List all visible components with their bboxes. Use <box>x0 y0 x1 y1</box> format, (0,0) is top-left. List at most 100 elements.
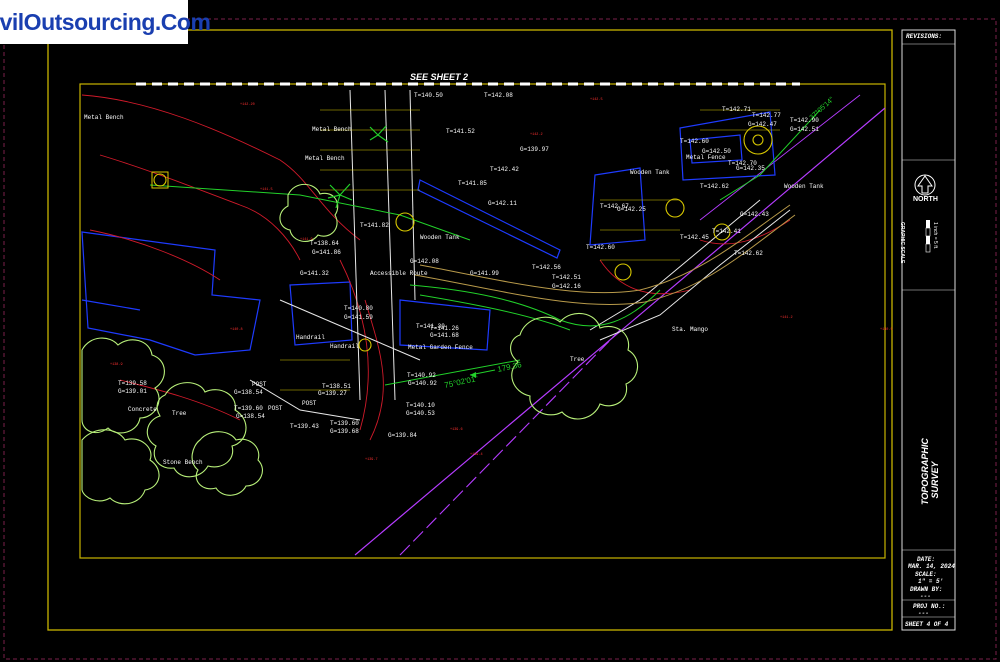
ground-elevation: G=141.32 <box>300 270 329 277</box>
svg-text:+139.4: +139.4 <box>470 453 483 457</box>
spot-elevation: T=139.58 <box>118 380 147 387</box>
ground-elevation: G=142.11 <box>488 200 517 207</box>
revisions-label: REVISIONS: <box>906 33 943 40</box>
svg-text:+140.8: +140.8 <box>230 328 243 332</box>
feature-label: POST <box>302 400 317 407</box>
drawn-by-value: --- <box>920 593 931 600</box>
feature-label: Metal Bench <box>84 114 124 121</box>
feature-label: Metal Bench <box>305 155 345 162</box>
ground-elevation: G=142.43 <box>740 211 769 218</box>
spot-elevation: T=140.50 <box>414 92 443 99</box>
scale-title: SCALE: <box>915 571 937 578</box>
title-block <box>901 29 956 631</box>
spot-elevation: T=139.60 <box>330 420 359 427</box>
ground-elevation: G=139.84 <box>388 432 417 439</box>
ground-elevation: G=141.68 <box>430 332 459 339</box>
ground-elevation: G=141.86 <box>312 249 341 256</box>
logo-watermark: CivilOutsourcing.Com <box>0 0 211 44</box>
ground-elevation: G=142.08 <box>410 258 439 265</box>
date-value: MAR. 14, 2024 <box>908 563 955 570</box>
spot-elevation: T=140.10 <box>406 402 435 409</box>
contours <box>81 94 791 441</box>
feature-label: Accessible Route <box>370 270 428 277</box>
ground-elevation: G=139.27 <box>318 390 347 397</box>
spot-elevation: T=142.42 <box>490 166 519 173</box>
ground-elevation: G=138.54 <box>234 389 263 396</box>
outer-border <box>3 18 997 660</box>
tree-canopies <box>81 183 639 505</box>
feature-label: Stone Bench <box>163 459 203 466</box>
scale-bar <box>925 220 931 253</box>
feature-label: Metal Bench <box>312 126 352 133</box>
ground-elevation: G=142.16 <box>552 283 581 290</box>
ground-elevation: G=140.92 <box>408 380 437 387</box>
proj-label: PROJ NO.: <box>913 603 946 610</box>
svg-text:+142.20: +142.20 <box>240 103 255 107</box>
distance-label: 179.36 <box>497 360 523 374</box>
svg-text:+139.7: +139.7 <box>365 458 378 462</box>
svg-text:+141.5: +141.5 <box>260 188 273 192</box>
sheet-title: TOPOGRAPHIC SURVEY <box>920 438 940 505</box>
feature-label: POST <box>268 405 283 412</box>
feature-label: Metal Garden Fence <box>408 344 473 351</box>
ground-elevation: G=139.68 <box>330 428 359 435</box>
feature-label: POST <box>252 381 267 388</box>
feature-label: Tree <box>172 410 187 417</box>
ground-elevation: G=139.01 <box>118 388 147 395</box>
north-label: NORTH <box>913 196 938 203</box>
svg-text:+142.5: +142.5 <box>590 98 603 102</box>
sheet-number: SHEET 4 OF 4 <box>905 621 949 628</box>
spot-elevation: T=138.64 <box>310 240 339 247</box>
ground-elevation: G=142.51 <box>790 126 819 133</box>
spot-elevation: T=141.52 <box>446 128 475 135</box>
svg-text:+141.2: +141.2 <box>780 316 793 320</box>
spot-elevation: T=142.77 <box>752 112 781 119</box>
ground-elevation: G=138.54 <box>236 413 265 420</box>
ground-elevation: G=142.25 <box>617 206 646 213</box>
feature-label: Metal Fence <box>686 154 726 161</box>
spot-elevation: T=142.60 <box>680 138 709 145</box>
ground-elevation: G=139.97 <box>520 146 549 153</box>
feature-label: Wooden Tank <box>784 183 824 190</box>
svg-text:+142.2: +142.2 <box>530 133 543 137</box>
graphic-scale-label: GRAPHIC SCALE <box>899 222 905 264</box>
spot-elevation: T=142.45 <box>680 234 709 241</box>
viewport-frame <box>79 83 886 559</box>
ground-elevation: G=142.50 <box>702 148 731 155</box>
palm-icon <box>327 125 389 209</box>
spot-elevation: T=141.85 <box>458 180 487 187</box>
spot-elevation: T=138.51 <box>322 383 351 390</box>
date-label: DATE: <box>917 556 936 563</box>
spot-elevation: T=142.08 <box>484 92 513 99</box>
feature-label: Wooden Tank <box>630 169 670 176</box>
spot-elevation: T=140.80 <box>344 305 373 312</box>
spot-elevation: T=141.82 <box>360 222 389 229</box>
spot-elevation: T=142.56 <box>532 264 561 271</box>
spot-elevation: T=142.90 <box>790 117 819 124</box>
drawn-by-label: DRAWN BY: <box>910 586 943 593</box>
cad-drawing: 75°02'01" 179.36 37°05'14" +142.20+141.5… <box>3 18 997 660</box>
spot-elevation: T=142.41 <box>712 228 741 235</box>
see-sheet-label: SEE SHEET 2 <box>410 72 469 82</box>
feature-label: Concrete <box>128 406 157 413</box>
spot-elevation: T=140.92 <box>407 372 436 379</box>
spot-elevation: T=142.60 <box>586 244 615 251</box>
spot-elevation: T=141.26 <box>430 325 459 332</box>
feature-label: Sta. Mango <box>672 326 709 333</box>
feature-label: Wooden Tank <box>420 234 460 241</box>
ground-elevation: G=141.59 <box>344 314 373 321</box>
ground-elevation: G=142.47 <box>748 121 777 128</box>
spot-elevation: T=142.62 <box>734 250 763 257</box>
spot-elevation: T=139.43 <box>290 423 319 430</box>
proj-value: --- <box>918 610 929 617</box>
spot-elevation: T=142.71 <box>722 106 751 113</box>
spot-elevation: T=142.62 <box>700 183 729 190</box>
spot-elevation: T=139.60 <box>234 405 263 412</box>
svg-text:+138.9: +138.9 <box>110 363 123 367</box>
feature-label: Tree <box>570 356 585 363</box>
ground-elevation: G=141.99 <box>470 270 499 277</box>
sheet-frame <box>47 29 893 631</box>
ground-elevation: G=140.53 <box>406 410 435 417</box>
svg-text:+139.6: +139.6 <box>450 428 463 432</box>
scale-value: 1" = 5' <box>918 578 944 585</box>
